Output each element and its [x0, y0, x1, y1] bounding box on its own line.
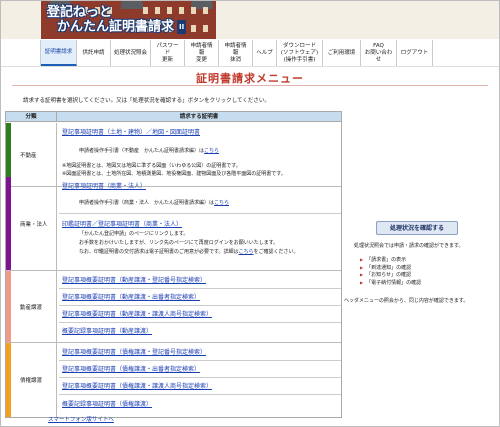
nav-logout[interactable]: ログアウト: [397, 40, 433, 66]
detail-link-seal[interactable]: こちら: [239, 249, 254, 255]
nav-download[interactable]: ダウンロード (ソフトウェア) (操作手引書): [277, 40, 323, 66]
list-item: ▶ 「到達通知」の確認: [360, 264, 412, 271]
table-header: 分類 請求する証明書: [6, 112, 341, 122]
link-commercial-certificate[interactable]: 登記事項証明書（商業・法人）: [62, 181, 146, 190]
note-relogin: お手数をおかけいたしますが、リンク先のページにて再度ログインをお願いいたします。: [79, 240, 279, 246]
nav-certificate-request[interactable]: 証明書請求: [41, 40, 77, 66]
category-label-real-estate: 不動産: [20, 152, 37, 159]
status-feature-list: ▶ 「請求書」の表示 ▶ 「到達通知」の確認 ▶ 「お知らせ」の確認 ▶ 「電子納付情報…: [360, 256, 421, 286]
link-claims-summary[interactable]: 概要記録事項証明書（債権譲渡）: [62, 399, 152, 408]
link-claims-by-owner[interactable]: 登記事項概要証明書（債権譲渡・出番者指定検索）: [62, 364, 200, 373]
status-description: 処理状況照会では申請・請求の確認ができます。: [354, 243, 464, 249]
certificate-table: 分類 請求する証明書 不動産 登記事項証明書（土地・建物）／地図・図面証明書 申…: [5, 111, 342, 418]
triangle-bullet-icon: ▶: [360, 264, 364, 270]
link-movables-by-number[interactable]: 登記事項概要証明書（動産譲渡・登記番号指定検索）: [62, 275, 206, 284]
note-link-destination: 「かんたん登記申請」のページにリンクします。: [79, 231, 189, 237]
logo-badge: II: [177, 20, 187, 34]
check-status-button[interactable]: 処理状況を確認する: [376, 221, 458, 235]
page-title: 証明書請求メニュー: [196, 72, 304, 85]
triangle-bullet-icon: ▶: [360, 272, 364, 278]
category-label-movables: 動産譲渡: [20, 304, 43, 311]
list-item: ▶ 「電子納付情報」の確認: [360, 279, 422, 286]
list-item: ▶ 「請求書」の表示: [360, 257, 407, 264]
global-nav: 証明書請求 供託申請 処理状況照会 パスワード 更新 申請者情報 変更 申請者情…: [40, 40, 433, 66]
row-commercial: 商業・法人 登記事項証明書（商業・法人） 申請者操作手引書（商業・法人 かんたん…: [6, 177, 341, 271]
category-color-bar: [6, 271, 11, 342]
nav-help[interactable]: ヘルプ: [253, 40, 277, 66]
nav-deposit-application[interactable]: 供託申請: [77, 40, 111, 66]
note-map-certificate: ※地図証明書とは、地図又は地図に準ずる図面（いわゆる公図）の証明書です。: [62, 163, 241, 169]
logo-title: 登記ねっと: [47, 5, 113, 20]
link-movables-by-transferor[interactable]: 登記事項概要証明書（動産譲渡・譲渡人商号指定検索）: [62, 309, 212, 318]
nav-applicant-delete[interactable]: 申請者情報 抹消: [219, 40, 253, 66]
list-item: ▶ 「お知らせ」の確認: [360, 272, 411, 279]
row-claims-transfer: 債権譲渡 登記事項概要証明書（債権譲渡・登記番号指定検索） 登記事項概要証明書（…: [6, 343, 341, 417]
category-label-claims: 債権譲渡: [20, 378, 43, 384]
category-color-bar: [6, 343, 11, 417]
link-movables-by-owner[interactable]: 登記事項概要証明書（動産譲渡・出番者指定検索）: [62, 292, 200, 301]
logo-subtitle: かんたん証明書請求: [57, 19, 175, 35]
nav-status-inquiry[interactable]: 処理状況照会: [111, 40, 151, 66]
note-drawing-certificate: ※図面証明書とは、土地所在図、地積測量図、地役権図面、建物図面及び各階平面図の証…: [62, 171, 286, 177]
guide-link-real-estate[interactable]: こちら: [204, 148, 219, 154]
category-color-bar: [6, 177, 11, 270]
site-logo[interactable]: 登記ねっと かんたん証明書請求 II: [47, 6, 222, 36]
nav-environment[interactable]: ご利用環境: [323, 40, 361, 66]
link-seal-certificate[interactable]: 印鑑証明書／登記事項証明書（商業・法人）: [62, 219, 182, 228]
instructions-text: 請求する証明書を選択してください。又は「処理状況を確認する」ボタンをクリックして…: [23, 98, 270, 104]
category-label-commercial: 商業・法人: [20, 221, 48, 228]
header-certificate: 請求する証明書: [179, 114, 219, 120]
nav-faq-contact[interactable]: FAQ お問い合わせ: [361, 40, 397, 66]
header-category: 分類: [6, 112, 57, 122]
guide-text-real-estate: 申請者操作手引書（不動産 かんたん証明書請求編）はこちら: [79, 148, 220, 154]
row-movables-transfer: 動産譲渡 登記事項概要証明書（動産譲渡・登記番号指定検索） 登記事項概要証明書（…: [6, 271, 341, 343]
link-movables-summary[interactable]: 概要記録事項証明書（動産譲渡）: [62, 326, 152, 335]
site-header: 登記ねっと かんたん証明書請求 II: [1, 1, 499, 39]
guide-text-commercial: 申請者操作手引書（商業・法人 かんたん証明書請求編）はこちら: [79, 200, 230, 206]
nav-applicant-change[interactable]: 申請者情報 変更: [185, 40, 219, 66]
link-real-estate-certificate[interactable]: 登記事項証明書（土地・建物）／地図・図面証明書: [62, 127, 200, 136]
smartphone-site-link[interactable]: スマートフォン版サイトへ: [48, 415, 114, 423]
nav-password-update[interactable]: パスワード 更新: [151, 40, 185, 66]
link-claims-by-transferor[interactable]: 登記事項概要証明書（債権譲渡・譲渡人商号指定検索）: [62, 381, 212, 390]
link-claims-by-number[interactable]: 登記事項概要証明書（債権譲渡・登記番号指定検索）: [62, 347, 206, 356]
nav-divider: [1, 66, 499, 67]
triangle-bullet-icon: ▶: [360, 279, 364, 285]
guide-link-commercial[interactable]: こちら: [214, 200, 229, 206]
title-rule: [12, 85, 488, 86]
triangle-bullet-icon: ▶: [360, 257, 364, 263]
note-seal-requirement: なお、印鑑証明書の交付請求は電子証明書のご用意が必要です。詳細はこちらをご確認く…: [79, 249, 299, 255]
header-menu-note: ヘッダメニューの照会から、同じ内容が確認できます。: [344, 298, 469, 304]
